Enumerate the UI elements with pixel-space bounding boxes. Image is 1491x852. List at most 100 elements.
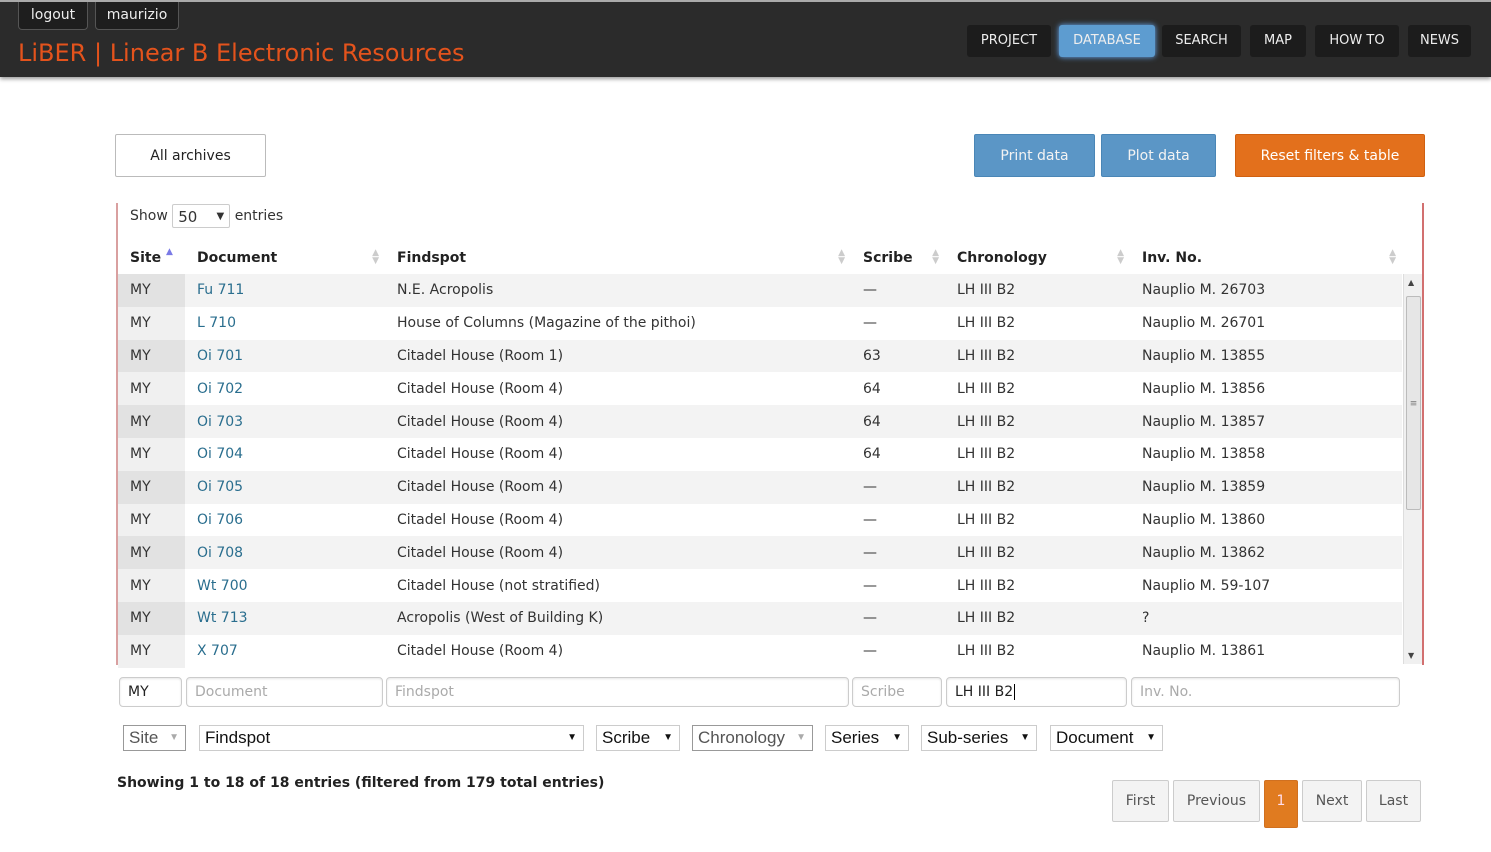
cell-site: MY (118, 339, 185, 373)
column-header-scribe[interactable]: Scribe ▲ ▼ (851, 242, 945, 274)
document-link[interactable]: Oi 701 (197, 348, 243, 364)
user-button[interactable]: maurizio (95, 2, 179, 30)
cell-scribe: — (851, 470, 945, 504)
document-link[interactable]: Oi 704 (197, 446, 243, 462)
caret-down-icon: ▼ (663, 732, 673, 743)
site-filter-input[interactable]: MY (119, 677, 182, 707)
scribe-filter-input[interactable]: Scribe (852, 677, 942, 707)
sort-both-icon[interactable]: ▲ ▼ (1389, 249, 1396, 266)
cell-inv-no: Nauplio M. 13856 (1142, 380, 1266, 397)
cell-document: Wt 713 (185, 601, 385, 635)
logout-button[interactable]: logout (18, 2, 88, 30)
nav-project[interactable]: PROJECT (967, 25, 1051, 57)
column-header-inv-no[interactable]: Inv. No. ▲ ▼ (1130, 242, 1402, 274)
cell-document: Oi 706 (185, 504, 385, 537)
column-header-label: Scribe (863, 250, 913, 266)
cell-chronology: LH III B2 (945, 405, 1130, 438)
sort-both-icon[interactable]: ▲ ▼ (1117, 249, 1124, 266)
next-page-button[interactable]: Next (1302, 780, 1362, 822)
table-info: Showing 1 to 18 of 18 entries (filtered … (117, 775, 605, 791)
document-link[interactable]: Wt 700 (197, 578, 248, 594)
findspot-dropdown[interactable]: Findspot ▼ (199, 725, 584, 751)
table-row: MY Oi 702 Citadel House (Room 4) 64 LH III B… (118, 372, 1402, 406)
chronology-filter-input[interactable]: LH III B2 (946, 677, 1127, 707)
plot-data-button[interactable]: Plot data (1101, 134, 1216, 177)
document-filter-input[interactable]: Document (186, 677, 383, 707)
current-page-button[interactable]: 1 (1264, 780, 1298, 828)
site-title[interactable]: LiBER | Linear B Electronic Resources (18, 38, 465, 68)
series-dropdown[interactable]: Series ▼ (825, 725, 909, 751)
table-row: MY L 710 House of Columns (Magazine of the… (118, 306, 1402, 340)
cell-findspot: Citadel House (Room 4) (385, 470, 851, 504)
caret-down-icon: ▼ (796, 732, 806, 743)
reset-filters-button[interactable]: Reset filters & table (1235, 134, 1425, 177)
nav-news[interactable]: NEWS (1408, 25, 1471, 57)
document-dropdown[interactable]: Document ▼ (1050, 725, 1163, 751)
first-page-button[interactable]: First (1112, 780, 1169, 822)
table-row: MY Wt 700 Citadel House (not stratified) — L… (118, 569, 1402, 602)
document-link[interactable]: Oi 708 (197, 545, 243, 561)
cell-document: Wt 700 (185, 569, 385, 602)
previous-page-button[interactable]: Previous (1173, 780, 1260, 822)
cell-scribe: — (851, 536, 945, 570)
table-row: MY Oi 708 Citadel House (Room 4) — LH III B2… (118, 536, 1402, 570)
scrollbar-thumb[interactable]: ≡ (1406, 296, 1421, 510)
chronology-dropdown[interactable]: Chronology ▼ (692, 725, 813, 751)
chronology-dropdown-label: Chronology (698, 728, 785, 747)
table-scrollbar[interactable]: ▲ ≡ ▼ (1403, 274, 1422, 664)
cell-findspot: Citadel House (Room 4) (397, 380, 564, 397)
cell-chronology: LH III B2 (945, 601, 1130, 635)
document-link[interactable]: Wt 713 (197, 610, 248, 626)
nav-how-to[interactable]: HOW TO (1315, 25, 1399, 57)
column-header-label: Chronology (957, 250, 1047, 266)
column-header-document[interactable]: Document ▲ ▼ (185, 242, 385, 274)
document-link[interactable]: Oi 705 (197, 479, 243, 495)
cell-document: Oi 705 (185, 470, 385, 504)
text-cursor (1014, 684, 1016, 700)
column-header-chronology[interactable]: Chronology ▲ ▼ (945, 242, 1130, 274)
scroll-down-icon[interactable]: ▼ (1408, 651, 1414, 660)
column-header-findspot[interactable]: Findspot ▲ ▼ (385, 242, 851, 274)
scribe-dropdown[interactable]: Scribe ▼ (596, 725, 680, 751)
document-link[interactable]: Oi 702 (197, 381, 243, 397)
cell-chronology: LH III B2 (945, 274, 1130, 307)
sort-both-icon[interactable]: ▲ ▼ (932, 249, 939, 266)
page-length-select[interactable]: 50 ▼ (172, 204, 231, 228)
inv-no-filter-input[interactable]: Inv. No. (1131, 677, 1400, 707)
scroll-up-icon[interactable]: ▲ (1408, 278, 1414, 287)
cell-findspot: Citadel House (Room 1) (385, 339, 851, 373)
cell-findspot: N.E. Acropolis (385, 274, 851, 307)
cell-scribe: — (863, 577, 877, 594)
column-header-site[interactable]: Site ▲ (118, 242, 185, 274)
cell-inv-no: Nauplio M. 13857 (1130, 405, 1402, 438)
table-row: MY Oi 706 Citadel House (Room 4) — LH III B2… (118, 503, 1402, 537)
nav-database[interactable]: DATABASE (1059, 25, 1155, 57)
page-length-value: 50 (178, 208, 198, 226)
document-link[interactable]: L 710 (197, 315, 236, 331)
series-dropdown-label: Series (831, 728, 880, 747)
document-link[interactable]: Oi 706 (197, 512, 243, 528)
entries-label: entries (234, 208, 284, 224)
sub-series-dropdown[interactable]: Sub-series ▼ (921, 725, 1037, 751)
cell-inv-no: Nauplio M. 13862 (1130, 536, 1402, 570)
cell-findspot: Citadel House (Room 4) (397, 511, 564, 528)
cell-chronology: LH III B2 (945, 536, 1130, 570)
nav-search[interactable]: SEARCH (1162, 25, 1241, 57)
nav-map[interactable]: MAP (1250, 25, 1306, 57)
sort-both-icon[interactable]: ▲ ▼ (372, 249, 379, 266)
print-data-button[interactable]: Print data (974, 134, 1095, 177)
all-archives-button[interactable]: All archives (115, 134, 266, 177)
document-link[interactable]: Fu 711 (197, 282, 244, 298)
cell-scribe: — (863, 511, 877, 528)
cell-site: MY (118, 306, 185, 340)
cell-chronology: LH III B2 (957, 577, 1016, 594)
sort-ascending-icon[interactable]: ▲ (166, 248, 173, 257)
site-dropdown[interactable]: Site ▼ (123, 725, 186, 751)
cell-findspot: House of Columns (Magazine of the pithoi… (397, 315, 696, 332)
document-link[interactable]: Oi 703 (197, 414, 243, 430)
cell-document: Oi 702 (185, 372, 385, 405)
findspot-filter-input[interactable]: Findspot (386, 677, 849, 707)
sort-both-icon[interactable]: ▲ ▼ (838, 249, 845, 266)
last-page-button[interactable]: Last (1366, 780, 1421, 822)
document-link[interactable]: X 707 (197, 643, 238, 659)
